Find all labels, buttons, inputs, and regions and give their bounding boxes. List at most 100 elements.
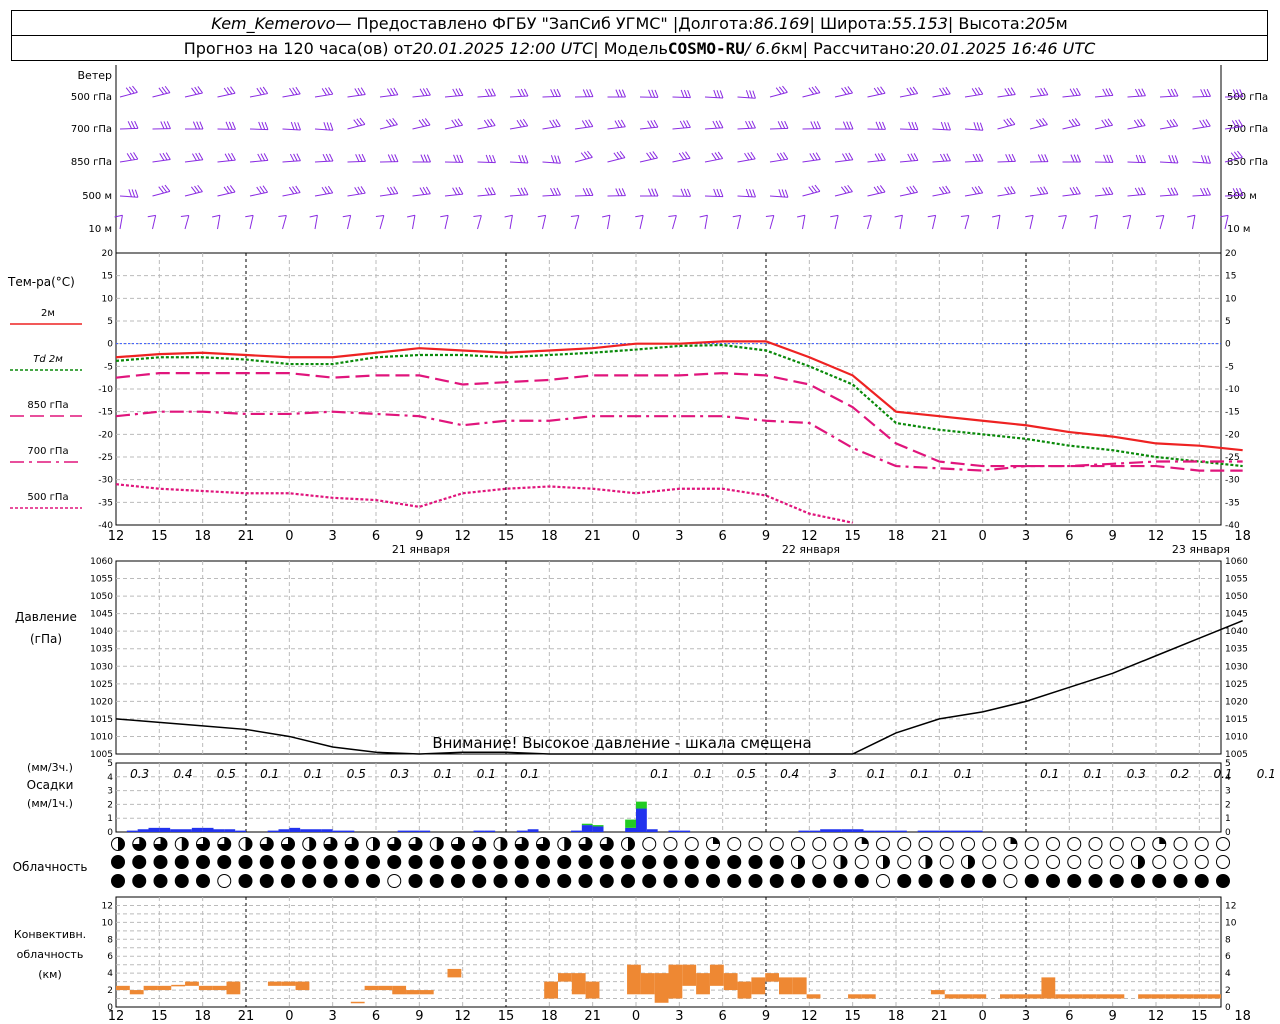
wind-barb: [894, 214, 903, 230]
cloud-symbol: [812, 874, 827, 888]
cloud-symbol: [153, 837, 168, 851]
cloud-symbol: [111, 837, 125, 851]
cloud-symbol: [111, 874, 125, 888]
precip-bar-snow: [159, 827, 171, 832]
wind-barb: [537, 214, 547, 230]
precip-3h-value: 0.3: [130, 767, 149, 781]
y-tick-left: 1015: [90, 715, 113, 725]
cloud-symbol: [1003, 855, 1018, 869]
wind-barb: [769, 85, 788, 98]
date-label: 22 января: [782, 543, 840, 556]
cloud-symbol: [663, 855, 678, 869]
cloud-symbol: [791, 837, 805, 851]
wind-barb: [282, 121, 301, 131]
cloud-symbol: [557, 874, 572, 888]
cloud-symbol: [408, 837, 423, 851]
cloud-symbol: [812, 855, 827, 869]
precip-bar-snow: [343, 830, 355, 832]
wind-barb: [602, 214, 611, 230]
cloud-symbol: [1216, 855, 1230, 869]
wind-level-label-right: 700 гПа: [1227, 124, 1268, 135]
wind-barb: [185, 121, 204, 130]
convective-bar: [129, 990, 144, 995]
y-tick-right: -20: [1225, 430, 1240, 440]
y-tick-right: 10: [1225, 294, 1237, 304]
wind-barb: [379, 117, 398, 130]
wind-barb: [412, 87, 431, 98]
precip-bar-snow: [950, 830, 961, 832]
wind-barb: [347, 186, 366, 197]
wind-barb: [1094, 88, 1114, 98]
cloud-symbol: [514, 874, 529, 888]
wind-barb: [152, 184, 171, 197]
precip-bar-snow: [636, 808, 647, 832]
wind-barb: [574, 150, 593, 163]
wind-barb: [1058, 215, 1067, 230]
wind-barb: [542, 187, 561, 197]
cloud-symbol: [451, 874, 465, 888]
cloud-symbol: [323, 837, 338, 851]
precip-title: Осадки: [27, 778, 74, 792]
y-tick-right: 1050: [1225, 592, 1248, 602]
hour-tick: 21: [238, 529, 255, 544]
hour-tick: 12: [801, 1009, 818, 1024]
y-tick-right: 10: [1225, 918, 1237, 928]
y-tick-left: 1040: [90, 627, 113, 637]
cloud-symbol: [472, 874, 487, 888]
wind-barb: [119, 152, 139, 163]
convective-bar: [958, 994, 973, 999]
y-tick-right: 1040: [1225, 627, 1248, 637]
y-tick-left: 15: [102, 272, 113, 282]
wind-barb: [217, 121, 236, 130]
precip-bar-snow: [820, 829, 831, 832]
cloud-symbol: [1067, 855, 1082, 869]
cloud-symbol: [344, 837, 359, 851]
hour-tick: 12: [1148, 529, 1165, 544]
hour-tick: 9: [762, 529, 770, 544]
precip-bar-snow: [235, 830, 246, 832]
wind-barb: [1155, 215, 1165, 230]
precip-bar-snow: [321, 829, 333, 832]
cloud-symbol: [982, 874, 997, 888]
wind-barb: [1029, 87, 1049, 98]
cloud-symbol: [366, 855, 380, 869]
y-tick-left: 10: [102, 294, 114, 304]
wind-barb: [639, 151, 658, 163]
y-tick-left: -25: [98, 453, 113, 463]
wind-barb: [152, 152, 171, 163]
convective-bar: [447, 968, 462, 978]
wind-barb: [217, 152, 236, 163]
wind-barb: [1062, 118, 1081, 130]
precip-bar-snow: [831, 829, 842, 832]
wind-barb: [412, 154, 431, 163]
cloud-symbol: [408, 855, 423, 869]
precip-3h-value: 0.1: [650, 767, 669, 781]
wind-barb: [672, 89, 691, 99]
cloud-symbol: [408, 874, 423, 888]
cloud-symbol: [854, 874, 869, 888]
cloud-symbol: [451, 837, 465, 851]
hour-tick: 3: [675, 1009, 683, 1024]
y-tick-left: 1010: [90, 732, 113, 742]
wind-panel: Ветер 500 гПа 500 гПа 700 гПа 700 гПа 850 гП…: [71, 65, 1268, 253]
cloud-symbol: [833, 874, 848, 888]
cloud-symbol: [876, 837, 890, 851]
precip-bar-snow: [289, 827, 301, 832]
hour-tick: 18: [194, 529, 211, 544]
cloud-symbol: [876, 874, 890, 888]
cloud-symbol: [387, 874, 402, 888]
wind-barb: [834, 152, 854, 163]
y-tick-left: -10: [98, 385, 113, 395]
wind-barb: [444, 186, 464, 197]
convective-bar: [751, 977, 766, 995]
convective-bar: [1041, 977, 1056, 999]
hour-tick: 0: [979, 529, 987, 544]
convective-bar: [1179, 994, 1194, 999]
cloud-symbol: [281, 837, 295, 851]
precip-3h-value: 0.1: [477, 767, 496, 781]
pressure-warning: Внимание! Высокое давление - шкала смеще…: [432, 734, 811, 752]
cloud-symbol: [1131, 855, 1145, 869]
wind-barb: [867, 152, 886, 163]
hour-tick: 18: [888, 529, 905, 544]
meteogram: Ветер 500 гПа 500 гПа 700 гПа 700 гПа 850 гП…: [7, 65, 1276, 1024]
